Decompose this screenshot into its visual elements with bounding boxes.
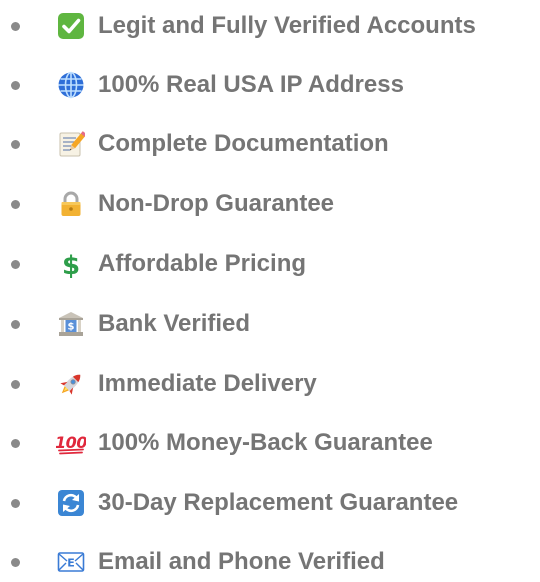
- feature-label: 30-Day Replacement Guarantee: [98, 489, 459, 516]
- bullet: [11, 199, 20, 209]
- dollar-icon: $: [56, 249, 86, 279]
- bullet: [11, 557, 20, 567]
- bullet: [11, 80, 20, 90]
- list-item: Immediate Delivery: [0, 364, 540, 404]
- feature-label: Email and Phone Verified: [98, 548, 385, 575]
- svg-text:E: E: [67, 557, 75, 570]
- list-item: Non-Drop Guarantee: [0, 184, 540, 224]
- feature-label: Legit and Fully Verified Accounts: [98, 12, 476, 39]
- bank-icon: $: [56, 309, 86, 339]
- feature-label: 100% Real USA IP Address: [98, 71, 404, 98]
- memo-icon: [56, 129, 86, 159]
- feature-label: 100% Money-Back Guarantee: [98, 429, 433, 456]
- list-item: Legit and Fully Verified Accounts: [0, 6, 540, 46]
- svg-text:$: $: [62, 251, 80, 278]
- feature-label: Non-Drop Guarantee: [98, 190, 335, 217]
- list-item: Complete Documentation: [0, 124, 540, 164]
- bullet: [11, 319, 20, 329]
- feature-label: Bank Verified: [98, 310, 251, 337]
- bullet: [11, 139, 20, 149]
- list-item: 100% Real USA IP Address: [0, 65, 540, 105]
- svg-text:$: $: [68, 322, 75, 333]
- list-item: $ Bank Verified: [0, 304, 540, 344]
- list-item: 100 100% Money-Back Guarantee: [0, 423, 540, 463]
- check-mark-icon: [56, 11, 86, 41]
- list-item: E Email and Phone Verified: [0, 542, 540, 582]
- list-item: 30-Day Replacement Guarantee: [0, 483, 540, 523]
- lock-icon: [56, 189, 86, 219]
- feature-label: Affordable Pricing: [98, 250, 307, 277]
- repeat-arrows-icon: [56, 488, 86, 518]
- email-icon: E: [56, 547, 86, 577]
- bullet: [11, 259, 20, 269]
- hundred-points-icon: 100: [56, 428, 86, 458]
- bullet: [11, 21, 20, 31]
- globe-icon: [56, 70, 86, 100]
- list-item: $ Affordable Pricing: [0, 244, 540, 284]
- bullet: [11, 379, 20, 389]
- bullet: [11, 498, 20, 508]
- feature-label: Immediate Delivery: [98, 370, 317, 397]
- bullet: [11, 438, 20, 448]
- rocket-icon: [56, 369, 86, 399]
- feature-label: Complete Documentation: [98, 130, 389, 157]
